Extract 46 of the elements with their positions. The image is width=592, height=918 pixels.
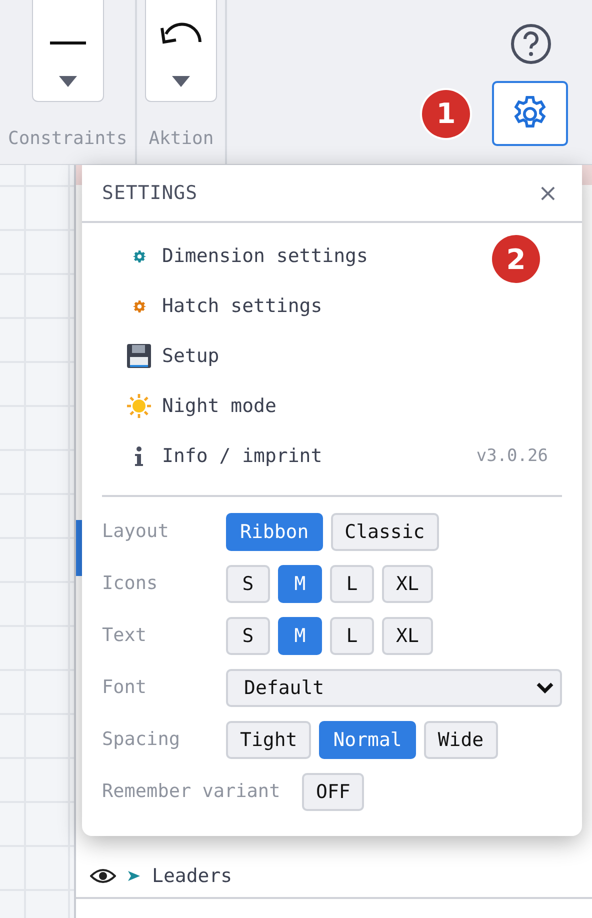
menu-item[interactable]: Night mode	[116, 381, 284, 431]
caret-icon	[58, 76, 77, 87]
option-button[interactable]: Normal	[319, 720, 416, 758]
chevron-down-icon	[536, 682, 554, 694]
group-label: Constraints	[8, 128, 128, 149]
option-button[interactable]: L	[330, 564, 374, 602]
toggle-button[interactable]: OFF	[302, 772, 364, 810]
option-button[interactable]: Ribbon	[226, 512, 323, 550]
option-button[interactable]: S	[226, 564, 270, 602]
step-badge: 1	[422, 90, 470, 138]
option-button[interactable]: XL	[382, 564, 433, 602]
option-label: Spacing	[102, 729, 181, 750]
popup-title: SETTINGS	[102, 182, 198, 204]
version-label: v3.0.26	[476, 446, 548, 466]
option-button[interactable]: M	[278, 564, 322, 602]
tool-dropdown[interactable]	[145, 0, 218, 102]
sun-icon	[126, 393, 152, 419]
expand-arrow-icon[interactable]	[128, 870, 140, 882]
step-badge: 2	[492, 235, 540, 283]
group-label: Aktion	[148, 128, 214, 149]
info-icon	[134, 446, 144, 466]
settings-button[interactable]	[492, 81, 568, 146]
help-icon[interactable]	[510, 23, 552, 65]
tool-dropdown[interactable]	[32, 0, 104, 102]
line-icon	[48, 40, 88, 46]
menu-item[interactable]: Info / imprint v3.0.26	[116, 431, 582, 481]
option-label: Layout	[102, 521, 170, 542]
font-select[interactable]: Default	[226, 668, 562, 706]
close-button[interactable]: ×	[534, 179, 562, 207]
option-label: Font	[102, 677, 148, 698]
layer-name[interactable]: Leaders	[152, 865, 232, 887]
option-button[interactable]: XL	[382, 616, 433, 654]
menu-item[interactable]: Hatch settings	[116, 281, 330, 331]
menu-item[interactable]: Dimension settings	[116, 231, 376, 281]
option-button[interactable]: Wide	[424, 720, 498, 758]
option-button[interactable]: Tight	[226, 720, 312, 758]
option-label: Icons	[102, 573, 159, 594]
eye-icon[interactable]	[90, 868, 116, 884]
option-label: Remember variant	[102, 781, 282, 802]
menu-item[interactable]: Setup	[116, 331, 228, 381]
option-button[interactable]: L	[330, 616, 374, 654]
option-button[interactable]: Classic	[330, 512, 439, 550]
option-button[interactable]: M	[278, 616, 322, 654]
option-label: Text	[102, 625, 148, 646]
caret-icon	[172, 76, 190, 87]
option-button[interactable]: S	[226, 616, 270, 654]
